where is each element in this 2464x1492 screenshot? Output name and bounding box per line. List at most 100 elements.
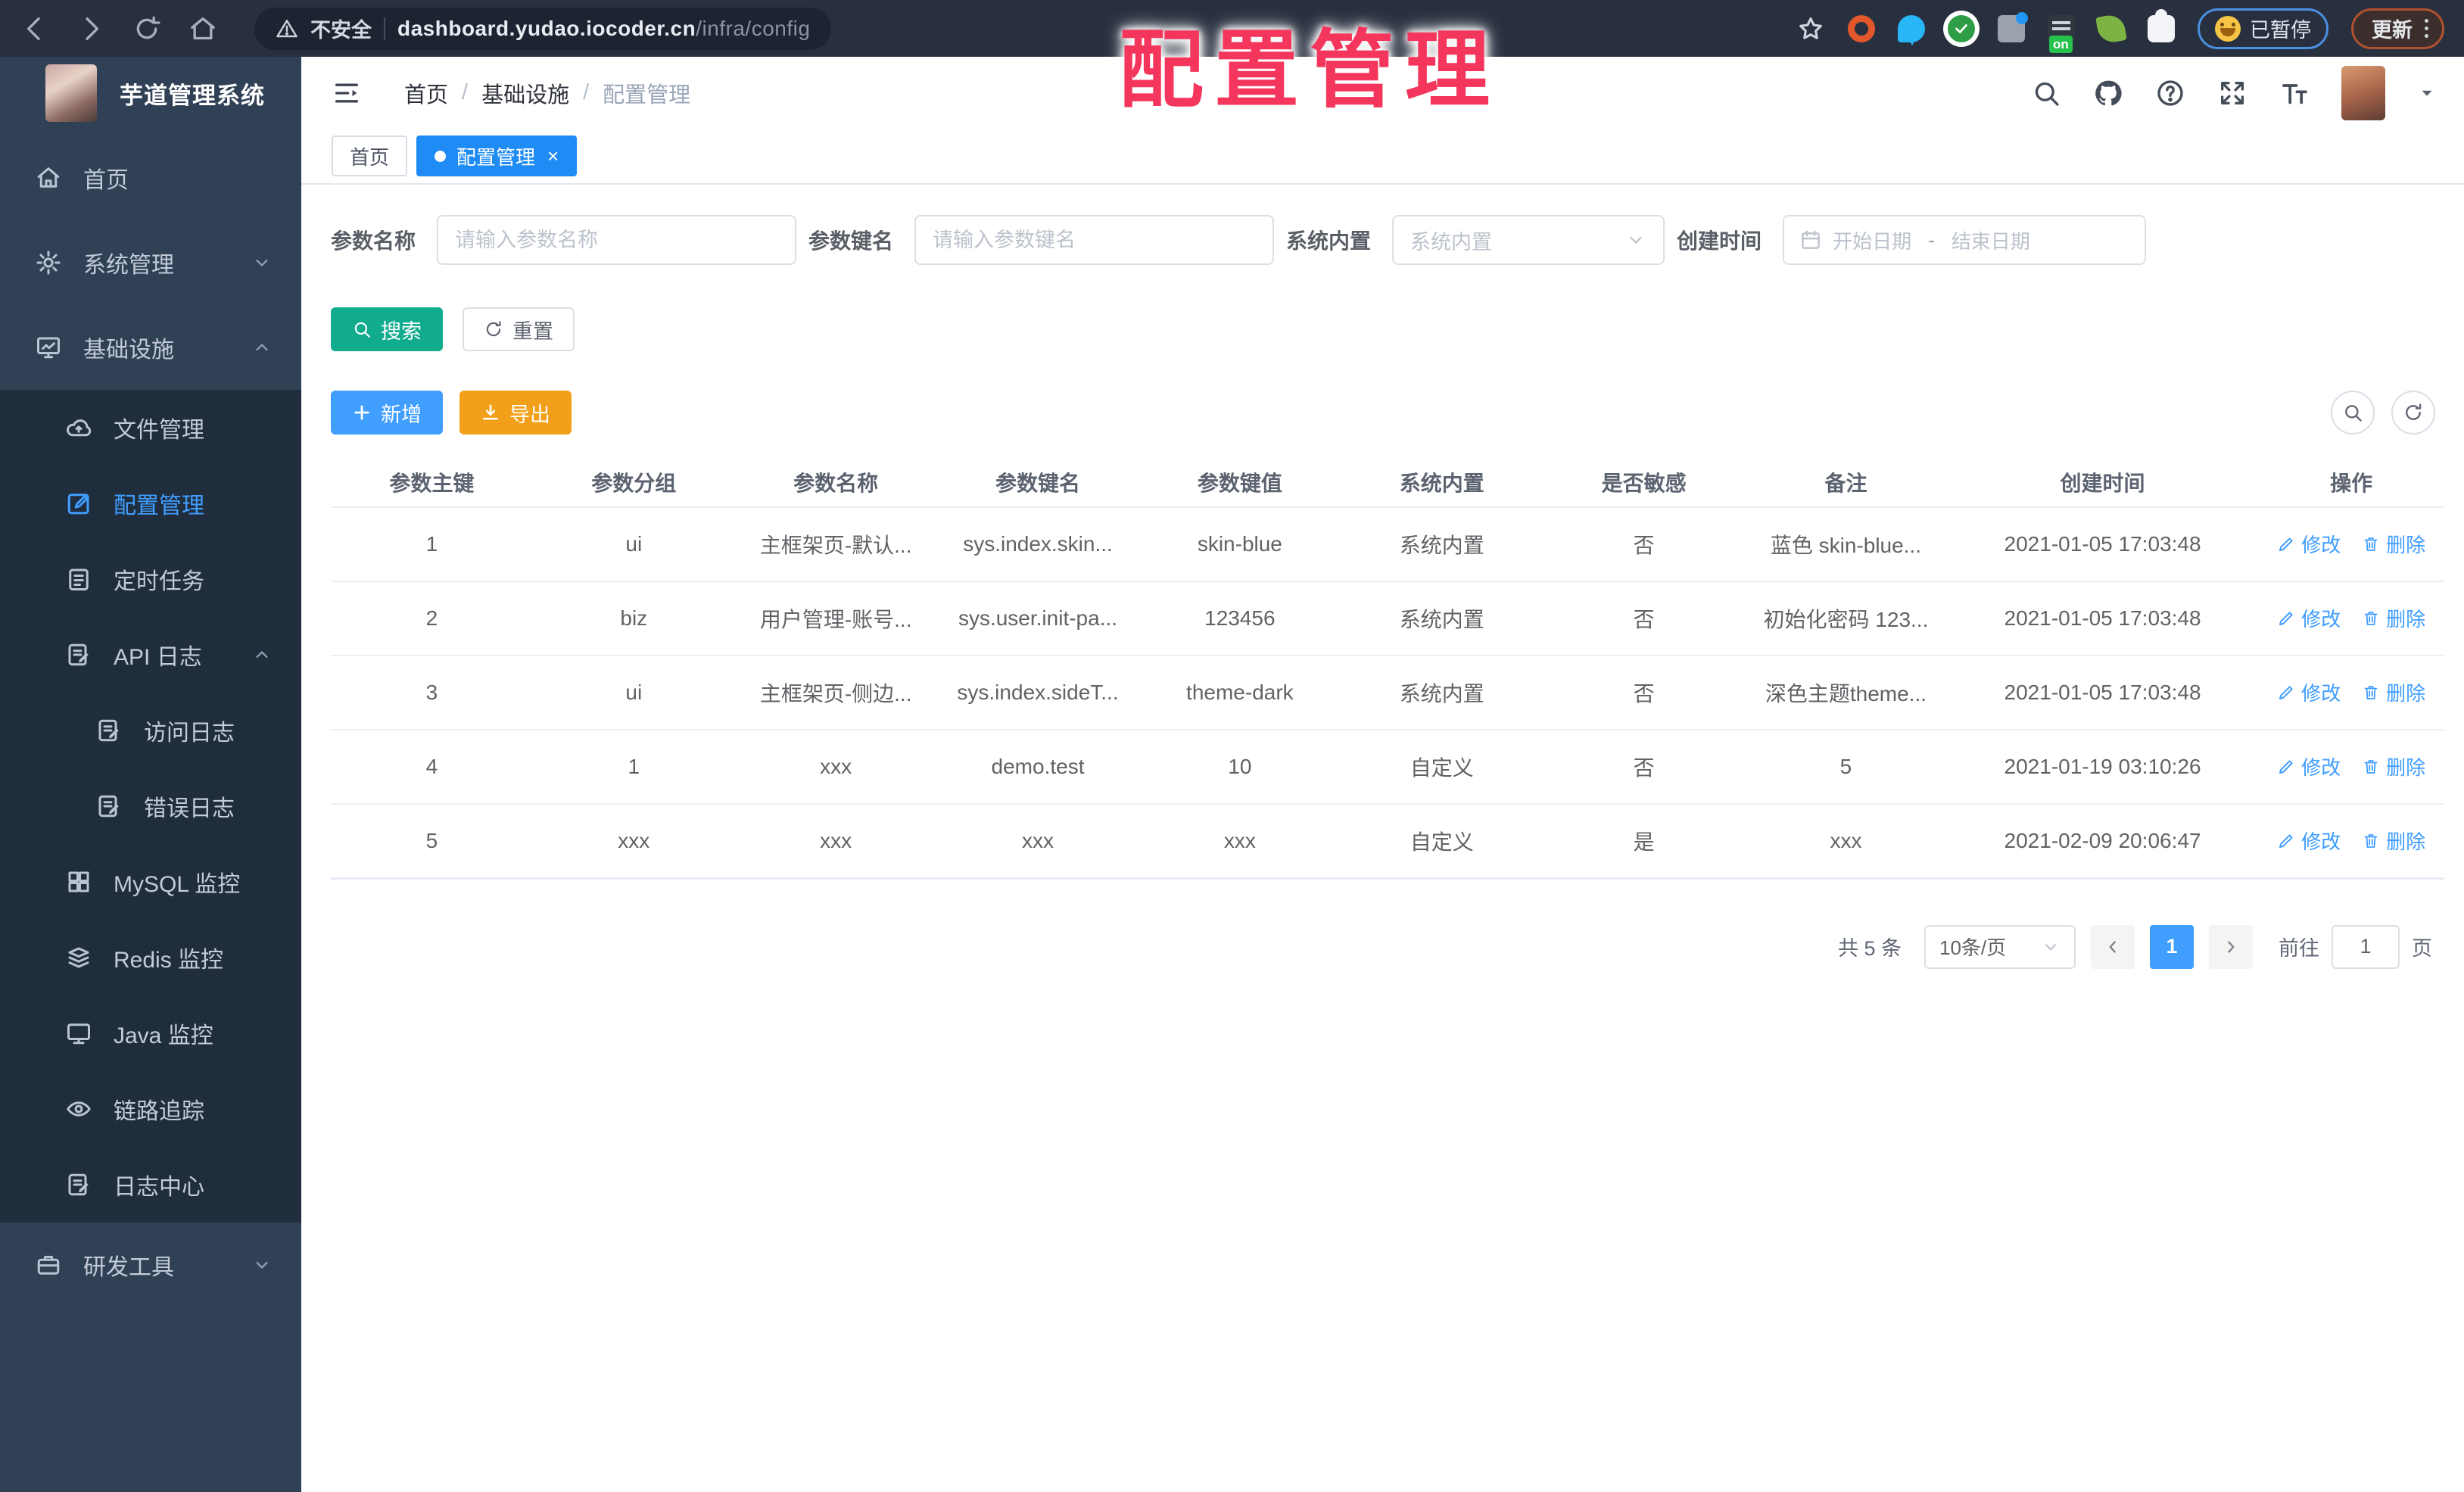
sidebar-item-11[interactable]: Java 监控 [0,995,301,1071]
back-icon[interactable] [20,14,50,44]
tab-1[interactable]: 配置管理 × [416,135,578,176]
delete-link[interactable]: 删除 [2362,530,2425,558]
search-button[interactable]: 搜索 [331,307,443,351]
sidebar-item-14[interactable]: 研发工具 [0,1223,301,1307]
sidebar-item-label: 访问日志 [144,721,235,746]
search-icon[interactable] [2031,78,2061,108]
sidebar-item-6[interactable]: API 日志 [0,617,301,693]
column-header: 参数分组 [532,457,735,508]
sidebar-item-8[interactable]: 错误日志 [0,768,301,844]
paused-badge[interactable]: 已暂停 [2198,8,2328,49]
column-header: 是否敏感 [1543,457,1746,508]
font-size-icon[interactable] [2279,78,2310,108]
reload-icon[interactable] [132,14,162,44]
table-cell: 否 [1543,730,1746,805]
create-time-label: 创建时间 [1677,229,1762,253]
edit-link[interactable]: 修改 [2277,752,2341,780]
table-cell: 1 [532,730,735,805]
prev-page-button[interactable] [2091,924,2135,969]
sidebar-item-label: 配置管理 [114,494,204,519]
extension-grid-icon[interactable] [1998,11,2028,42]
edit-link[interactable]: 修改 [2277,827,2341,855]
table-cell: 否 [1543,581,1746,656]
sidebar-item-9[interactable]: MySQL 监控 [0,844,301,920]
github-icon[interactable] [2093,78,2123,108]
infra-icon [35,334,62,361]
chevron-up-icon [251,644,273,665]
fullscreen-icon[interactable] [2217,78,2248,108]
user-avatar[interactable] [2341,65,2385,120]
extension-orange-icon[interactable] [1848,14,1875,42]
browser-home-icon[interactable] [188,14,218,44]
next-page-button[interactable] [2209,924,2253,969]
table-toolbar: 新增 导出 [331,391,2444,435]
page-unit-label: 页 [2412,937,2432,960]
extension-check-icon[interactable] [1948,14,1975,42]
extension-pin-icon[interactable] [1898,14,1925,45]
edit-link[interactable]: 修改 [2277,530,2341,558]
tab-0[interactable]: 首页 [332,135,408,176]
table-cell: ui [532,656,735,730]
extension-onoff-icon[interactable] [2048,14,2075,53]
logdoc-icon [95,717,123,744]
page-size-select[interactable]: 10条/页 [1924,924,2076,969]
reset-button[interactable]: 重置 [463,307,575,351]
table-cell: sys.index.skin... [936,507,1139,582]
sidebar-item-label: 研发工具 [83,1255,174,1280]
bookmark-star-icon[interactable] [1796,14,1825,43]
user-menu-caret-icon[interactable] [2417,83,2437,103]
sidebar-item-13[interactable]: 日志中心 [0,1147,301,1223]
delete-link[interactable]: 删除 [2362,678,2425,706]
url-host: dashboard.yudao.iocoder.cn [397,16,696,40]
add-button-label: 新增 [381,403,422,426]
goto-page-input[interactable] [2332,924,2400,969]
address-bar[interactable]: 不安全 dashboard.yudao.iocoder.cn/infra/con… [254,7,832,50]
sidebar-item-4[interactable]: 配置管理 [0,466,301,541]
param-key-input[interactable] [914,215,1275,265]
delete-link[interactable]: 删除 [2362,752,2425,780]
start-date-placeholder: 开始日期 [1833,229,1912,253]
edit-link-label: 修改 [2301,756,2341,780]
edit-icon [65,490,92,517]
sidebar-item-label: 定时任务 [114,569,204,594]
edit-link[interactable]: 修改 [2277,604,2341,632]
collapse-sidebar-icon[interactable] [332,78,362,108]
table-cell: 123456 [1139,581,1341,656]
date-range-picker[interactable]: 开始日期 - 结束日期 [1783,215,2147,265]
breadcrumb-item-0[interactable]: 首页 [404,77,448,109]
sidebar-item-12[interactable]: 链路追踪 [0,1071,301,1147]
delete-link[interactable]: 删除 [2362,827,2425,855]
edit-link[interactable]: 修改 [2277,678,2341,706]
help-icon[interactable] [2155,78,2185,108]
browser-menu-icon[interactable] [2425,19,2428,38]
sidebar-item-7[interactable]: 访问日志 [0,693,301,768]
table-body: 1 ui 主框架页-默认... sys.index.skin... skin-blue 系… [331,507,2444,880]
table-row-0: 1 ui 主框架页-默认... sys.index.skin... skin-blue 系… [331,507,2444,582]
toggle-search-button[interactable] [2331,391,2375,435]
export-button[interactable]: 导出 [459,391,572,435]
update-button[interactable]: 更新 [2351,8,2444,49]
close-tab-icon[interactable]: × [547,146,559,166]
sidebar-item-0[interactable]: 首页 [0,135,301,220]
refresh-table-button[interactable] [2391,391,2435,435]
chevron-down-icon [251,1254,273,1276]
refresh-icon [484,319,503,339]
sidebar-item-3[interactable]: 文件管理 [0,390,301,466]
extension-leaf-icon[interactable] [2095,12,2127,45]
breadcrumb-item-1[interactable]: 基础设施 [481,77,569,109]
sidebar-item-5[interactable]: 定时任务 [0,541,301,617]
builtin-select[interactable]: 系统内置 [1392,215,1665,265]
extensions-puzzle-icon[interactable] [2148,8,2175,42]
param-name-input[interactable] [437,215,797,265]
add-button[interactable]: 新增 [331,391,443,435]
sidebar-item-label: 日志中心 [114,1175,204,1200]
forward-icon[interactable] [76,14,106,44]
delete-link[interactable]: 删除 [2362,604,2425,632]
sidebar-item-2[interactable]: 基础设施 [0,305,301,390]
current-page-button[interactable]: 1 [2150,924,2194,969]
sidebar-item-1[interactable]: 系统管理 [0,220,301,305]
builtin-select-placeholder: 系统内置 [1410,230,1493,254]
table-cell: 1 [331,507,533,582]
sidebar-item-10[interactable]: Redis 监控 [0,920,301,995]
gear-icon [35,249,62,276]
